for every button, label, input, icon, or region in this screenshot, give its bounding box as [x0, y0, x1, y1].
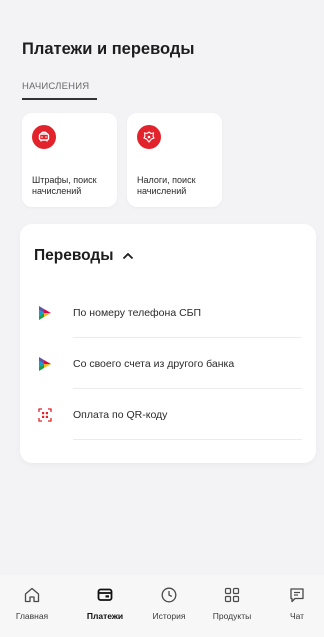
nav-item-home[interactable]: Главная: [2, 585, 62, 621]
qr-code-icon: [37, 407, 53, 423]
sbp-icon: [37, 305, 53, 321]
tile-taxes-label: Налоги, поиск начислений: [137, 175, 196, 196]
nav-item-products[interactable]: Продукты: [202, 585, 262, 621]
chat-icon: [287, 585, 307, 605]
tile-taxes[interactable]: Налоги, поиск начислений: [127, 113, 222, 207]
nav-label: Платежи: [86, 611, 124, 621]
transfers-title: Переводы: [34, 247, 114, 264]
nav-item-history[interactable]: История: [139, 585, 199, 621]
transfers-card: Переводы По номеру телефона СБП Со своег…: [20, 224, 316, 463]
transfer-item-other-bank[interactable]: Со своего счета из другого банка: [20, 338, 316, 389]
car-icon: [32, 125, 56, 149]
tile-fines[interactable]: Штрафы, поиск начислений: [22, 113, 117, 207]
bottom-nav: Главная Платежи История Продукты Чат: [0, 575, 324, 637]
transfer-item-label: Оплата по QR-коду: [73, 408, 168, 421]
nav-label: Продукты: [212, 611, 252, 621]
nav-label: Главная: [15, 611, 49, 621]
tax-emblem-icon: [137, 125, 161, 149]
clock-icon: [159, 585, 179, 605]
grid-icon: [222, 585, 242, 605]
transfer-item-label: По номеру телефона СБП: [73, 306, 202, 319]
nav-item-chat[interactable]: Чат: [267, 585, 324, 621]
nav-label: Чат: [289, 611, 305, 621]
transfer-item-qr[interactable]: Оплата по QR-коду: [20, 389, 316, 440]
screen: Платежи и переводы НАЧИСЛЕНИЯ Штрафы, по…: [0, 0, 324, 637]
sbp-icon: [37, 356, 53, 372]
home-icon: [22, 585, 42, 605]
divider: [73, 439, 302, 440]
page-title: Платежи и переводы: [22, 40, 195, 58]
tab-charges[interactable]: НАЧИСЛЕНИЯ: [22, 81, 97, 100]
chevron-up-icon: [122, 247, 134, 265]
nav-item-payments[interactable]: Платежи: [75, 585, 135, 621]
transfer-item-sbp-phone[interactable]: По номеру телефона СБП: [20, 287, 316, 338]
tile-fines-label: Штрафы, поиск начислений: [32, 175, 97, 196]
transfer-item-label: Со своего счета из другого банка: [73, 357, 235, 370]
nav-label: История: [152, 611, 186, 621]
payments-icon: [95, 585, 115, 605]
transfers-header[interactable]: Переводы: [34, 247, 134, 265]
